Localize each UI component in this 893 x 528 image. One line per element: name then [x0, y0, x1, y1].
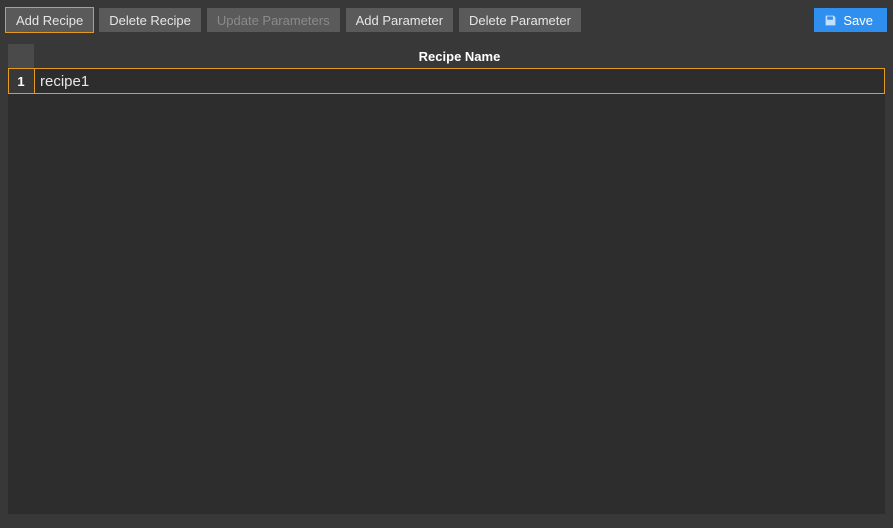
column-header-recipe-name[interactable]: Recipe Name: [34, 44, 885, 68]
toolbar: Add Recipe Delete Recipe Update Paramete…: [0, 0, 893, 40]
delete-parameter-button[interactable]: Delete Parameter: [459, 8, 581, 32]
table-body: 1 recipe1: [8, 68, 885, 94]
save-icon: [824, 14, 837, 27]
delete-recipe-button[interactable]: Delete Recipe: [99, 8, 201, 32]
add-recipe-button[interactable]: Add Recipe: [6, 8, 93, 32]
recipe-table: Recipe Name 1 recipe1: [8, 44, 885, 514]
save-button[interactable]: Save: [814, 8, 887, 32]
cell-recipe-name[interactable]: recipe1: [34, 68, 885, 94]
save-button-label: Save: [843, 13, 873, 28]
table-header: Recipe Name: [8, 44, 885, 68]
table-corner: [8, 44, 34, 68]
update-parameters-button: Update Parameters: [207, 8, 340, 32]
add-parameter-button[interactable]: Add Parameter: [346, 8, 453, 32]
row-number: 1: [8, 68, 34, 94]
table-row[interactable]: 1 recipe1: [8, 68, 885, 94]
